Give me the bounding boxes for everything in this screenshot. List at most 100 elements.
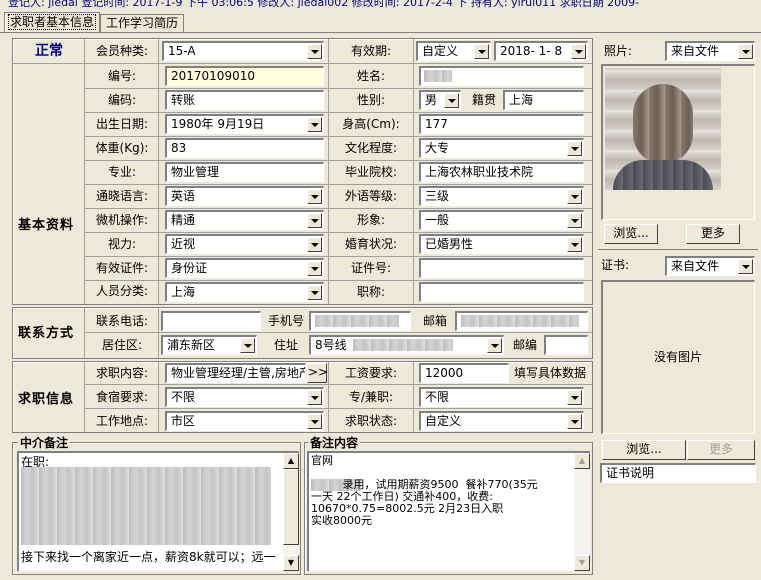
native-field[interactable]: 上海 (503, 90, 584, 110)
chevron-down-icon[interactable] (567, 141, 582, 156)
major-field[interactable]: 物业管理 (165, 162, 324, 182)
height-field[interactable]: 177 (419, 114, 584, 134)
remark-scrollbar[interactable]: ▲ ▼ (574, 453, 590, 571)
contact-section-label: 联系方式 (18, 326, 75, 341)
computer-select[interactable]: 精通 (165, 210, 324, 230)
major-label: 专业: (107, 165, 137, 179)
photo-source-select[interactable]: 来自文件 (665, 41, 755, 61)
chevron-down-icon[interactable] (567, 213, 582, 228)
cert-more-button[interactable]: 更多 (687, 440, 755, 460)
chevron-down-icon[interactable] (487, 338, 502, 353)
vision-label: 视力: (107, 237, 137, 251)
photo-more-button[interactable]: 更多 (686, 224, 740, 244)
basic-info-section-label: 基本资料 (18, 218, 75, 233)
education-select[interactable]: 大专 (419, 138, 584, 158)
workplace-label: 工作地点: (95, 414, 149, 428)
board-select[interactable]: 不限 (165, 387, 324, 407)
cert-source-select[interactable]: 来自文件 (665, 256, 755, 276)
scroll-down-button[interactable]: ▼ (283, 555, 299, 571)
chevron-down-icon[interactable] (307, 117, 322, 132)
member-type-label: 会员种类: (95, 44, 149, 58)
title-field[interactable] (419, 282, 584, 302)
chevron-down-icon[interactable] (240, 338, 255, 353)
marital-select[interactable]: 已婚男性 (419, 234, 584, 254)
record-status-bar: 登记人: jiedai 登记时间: 2017-1-9 下午 03:06:5 修改… (0, 0, 761, 11)
member-type-select[interactable]: 15-A (162, 41, 324, 61)
agent-note-textarea[interactable]: 在职: 接下来找一个离家近一点，薪资8k就可以；远一 ▲ ▼ (17, 451, 299, 571)
cert-browse-button[interactable]: 浏览... (602, 440, 686, 460)
agent-note-scrollbar[interactable]: ▲ ▼ (283, 453, 299, 571)
email-label: 邮箱 (422, 314, 447, 328)
school-field[interactable]: 上海农林职业技术院 (419, 162, 584, 182)
name-field[interactable] (419, 66, 584, 86)
chevron-down-icon[interactable] (307, 390, 322, 405)
remark-textarea[interactable]: 官网 录用，试用期薪资9500 餐补770(35元 一天 22个工作日) 交通补… (307, 451, 590, 571)
cert-label: 证书: (601, 258, 630, 272)
job-section-label: 求职信息 (18, 392, 75, 407)
phone-field[interactable] (161, 311, 261, 331)
cert-description-field[interactable]: 证书说明 (600, 463, 756, 483)
email-field[interactable] (455, 311, 588, 331)
tab-baseline (0, 32, 761, 33)
gender-label: 性别: (356, 93, 386, 107)
chevron-down-icon[interactable] (567, 414, 582, 429)
weight-field[interactable]: 83 (165, 138, 324, 158)
birth-date-picker[interactable]: 1980年 9月19日 (165, 114, 324, 134)
job-content-more-button[interactable]: >> (307, 363, 328, 383)
scroll-down-button[interactable]: ▼ (574, 555, 590, 571)
validity-select[interactable]: 自定义 (416, 41, 491, 61)
tab-work-history[interactable]: 工作学习简历 (100, 14, 184, 32)
category-select[interactable]: 上海 (165, 282, 324, 302)
chevron-down-icon[interactable] (738, 259, 753, 274)
native-label: 籍贯 (471, 93, 496, 107)
chevron-down-icon[interactable] (567, 390, 582, 405)
validity-date-picker[interactable]: 2018- 1- 8 (494, 41, 588, 61)
scroll-thumb[interactable] (283, 469, 299, 545)
chevron-down-icon[interactable] (571, 44, 586, 59)
photo-browse-button[interactable]: 浏览... (604, 224, 658, 244)
salary-field[interactable]: 12000 (419, 363, 509, 383)
chevron-down-icon[interactable] (307, 189, 322, 204)
address-select[interactable]: 8号线 (309, 335, 504, 355)
lang-level-select[interactable]: 三级 (419, 186, 584, 206)
job-content-field[interactable]: 物业管理经理/主管,房地产 (165, 363, 306, 383)
id-no-field[interactable] (419, 258, 584, 278)
chevron-down-icon[interactable] (738, 44, 753, 59)
id-type-select[interactable]: 身份证 (165, 258, 324, 278)
district-label: 居住区: (101, 338, 143, 352)
chevron-down-icon[interactable] (567, 237, 582, 252)
record-status-text: 登记人: jiedai 登记时间: 2017-1-9 下午 03:06:5 修改… (8, 0, 640, 9)
language-select[interactable]: 英语 (165, 186, 324, 206)
chevron-down-icon[interactable] (307, 414, 322, 429)
fulltime-select[interactable]: 不限 (419, 387, 584, 407)
chevron-down-icon[interactable] (307, 213, 322, 228)
vision-select[interactable]: 近视 (165, 234, 324, 254)
code-field[interactable]: 转账 (165, 90, 324, 110)
name-label: 姓名: (356, 69, 386, 83)
status-label: 正常 (35, 43, 63, 59)
chevron-down-icon[interactable] (307, 237, 322, 252)
redacted-mobile (315, 315, 399, 327)
job-status-select[interactable]: 自定义 (419, 411, 584, 431)
id-type-label: 有效证件: (95, 261, 149, 275)
redacted-name (424, 70, 452, 82)
computer-label: 微机操作: (95, 213, 149, 227)
mobile-field[interactable] (309, 311, 411, 331)
tab-basic-info[interactable]: 求职者基本信息 (4, 12, 100, 32)
chevron-down-icon[interactable] (474, 44, 489, 59)
agent-note-last-line: 接下来找一个离家近一点，薪资8k就可以；远一 (21, 550, 276, 564)
photo-divider (598, 249, 758, 250)
chevron-down-icon[interactable] (307, 261, 322, 276)
chevron-down-icon[interactable] (307, 44, 322, 59)
district-select[interactable]: 浦东新区 (161, 335, 257, 355)
chevron-down-icon[interactable] (444, 93, 459, 108)
zip-field[interactable] (544, 335, 588, 355)
chevron-down-icon[interactable] (567, 189, 582, 204)
appearance-select[interactable]: 一般 (419, 210, 584, 230)
scroll-up-button[interactable]: ▲ (574, 453, 590, 469)
scroll-up-button[interactable]: ▲ (283, 453, 299, 469)
gender-select[interactable]: 男 (419, 90, 461, 110)
chevron-down-icon[interactable] (307, 285, 322, 300)
number-field[interactable]: 20170109010 (165, 66, 324, 86)
workplace-select[interactable]: 市区 (165, 411, 324, 431)
